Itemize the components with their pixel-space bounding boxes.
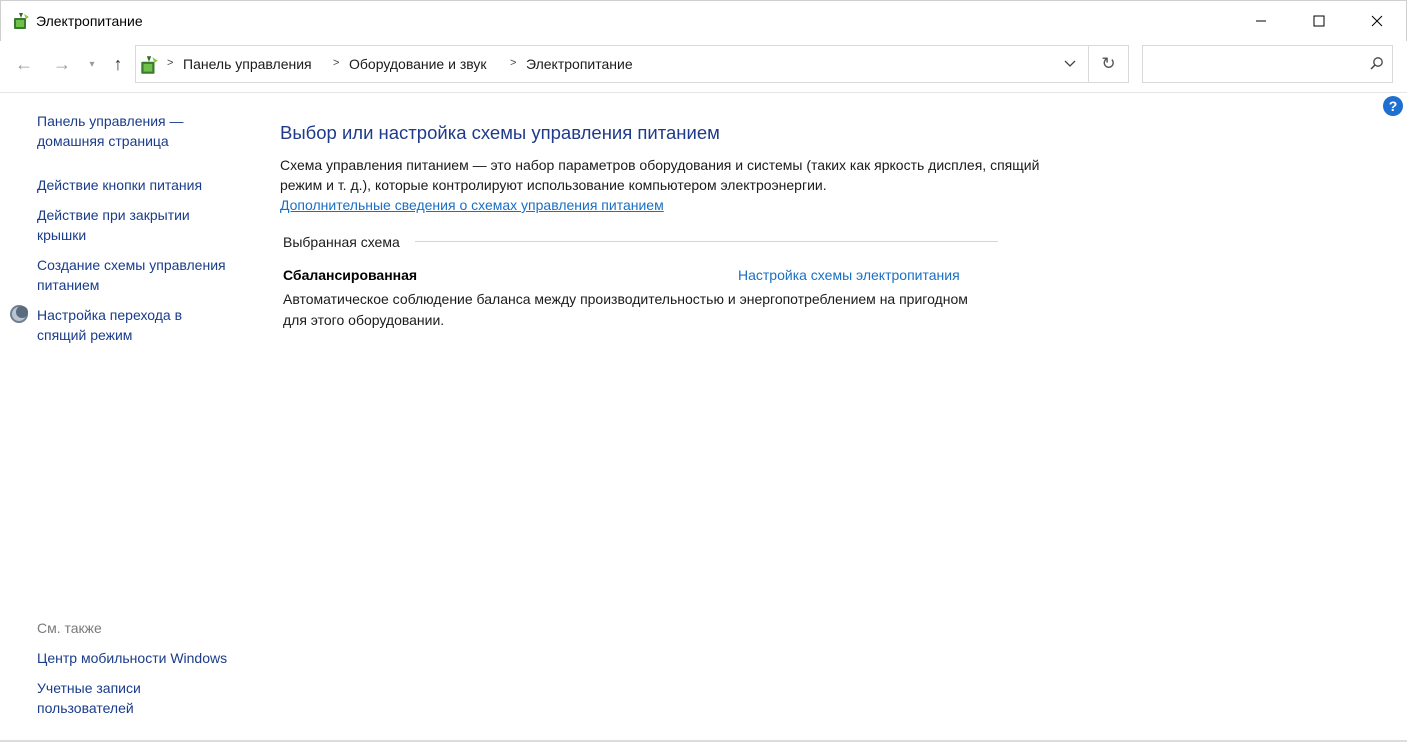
chevron-down-icon: ▾ bbox=[89, 58, 95, 70]
maximize-icon bbox=[1313, 15, 1325, 27]
group-divider bbox=[415, 241, 998, 242]
more-info-link[interactable]: Дополнительные сведения о схемах управле… bbox=[280, 195, 664, 215]
power-options-icon bbox=[141, 56, 158, 74]
sidebar-link-power-button[interactable]: Действие кнопки питания bbox=[37, 175, 202, 195]
power-options-icon bbox=[14, 13, 29, 29]
see-also-label: См. также bbox=[37, 620, 102, 636]
minimize-icon bbox=[1256, 20, 1266, 22]
sidebar-link-control-panel-home[interactable]: Панель управления — домашняя страница bbox=[37, 111, 184, 151]
chevron-right-icon[interactable]: > bbox=[333, 57, 339, 69]
sidebar-link-sleep-settings[interactable]: Настройка перехода в спящий режим bbox=[37, 305, 182, 345]
sidebar-link-lid-close[interactable]: Действие при закрытии крышки bbox=[37, 205, 190, 245]
help-icon[interactable]: ? bbox=[1383, 96, 1403, 116]
navigation-bar: ← → ▾ ↑ > Панель управления > Оборудован… bbox=[0, 41, 1407, 87]
back-button[interactable]: ← bbox=[12, 50, 36, 78]
chevron-right-icon[interactable]: > bbox=[167, 57, 173, 69]
sidebar-link-create-plan[interactable]: Создание схемы управления питанием bbox=[37, 255, 226, 295]
close-icon bbox=[1371, 15, 1383, 27]
title-bar: Электропитание bbox=[0, 0, 1407, 41]
search-icon bbox=[1370, 57, 1383, 70]
selected-plan-label: Выбранная схема bbox=[283, 234, 400, 250]
breadcrumb-power-options[interactable]: Электропитание bbox=[526, 56, 633, 72]
window-title: Электропитание bbox=[36, 13, 143, 29]
arrow-up-icon: ↑ bbox=[113, 53, 123, 74]
address-dropdown-button[interactable] bbox=[1052, 46, 1088, 82]
chevron-down-icon bbox=[1064, 60, 1076, 67]
address-bar[interactable]: > Панель управления > Оборудование и зву… bbox=[135, 45, 1129, 83]
refresh-button[interactable]: ↻ bbox=[1089, 46, 1128, 82]
breadcrumb-hardware-sound[interactable]: Оборудование и звук bbox=[349, 56, 487, 72]
maximize-button[interactable] bbox=[1290, 1, 1348, 41]
plan-name: Сбалансированная bbox=[283, 267, 418, 283]
up-button[interactable]: ↑ bbox=[106, 50, 130, 78]
moon-sleep-icon bbox=[10, 305, 28, 323]
page-title: Выбор или настройка схемы управления пит… bbox=[280, 122, 720, 143]
see-also-link-user-accounts[interactable]: Учетные записи пользователей bbox=[37, 678, 141, 718]
close-button[interactable] bbox=[1348, 1, 1406, 41]
arrow-right-icon: → bbox=[53, 53, 71, 74]
page-description: Схема управления питанием — это набор па… bbox=[280, 157, 1040, 193]
recent-locations-button[interactable]: ▾ bbox=[82, 50, 102, 78]
forward-button[interactable]: → bbox=[50, 50, 74, 78]
breadcrumb-control-panel[interactable]: Панель управления bbox=[183, 56, 312, 72]
see-also-link-mobility-center[interactable]: Центр мобильности Windows bbox=[37, 648, 227, 668]
header-separator bbox=[0, 92, 1407, 93]
refresh-icon: ↻ bbox=[1101, 54, 1116, 73]
plan-description: Автоматическое соблюдение баланса между … bbox=[283, 291, 968, 328]
arrow-left-icon: ← bbox=[15, 53, 33, 74]
chevron-right-icon[interactable]: > bbox=[510, 57, 516, 69]
change-plan-settings-link[interactable]: Настройка схемы электропитания bbox=[738, 267, 960, 283]
search-box[interactable] bbox=[1142, 45, 1393, 83]
minimize-button[interactable] bbox=[1232, 1, 1290, 41]
